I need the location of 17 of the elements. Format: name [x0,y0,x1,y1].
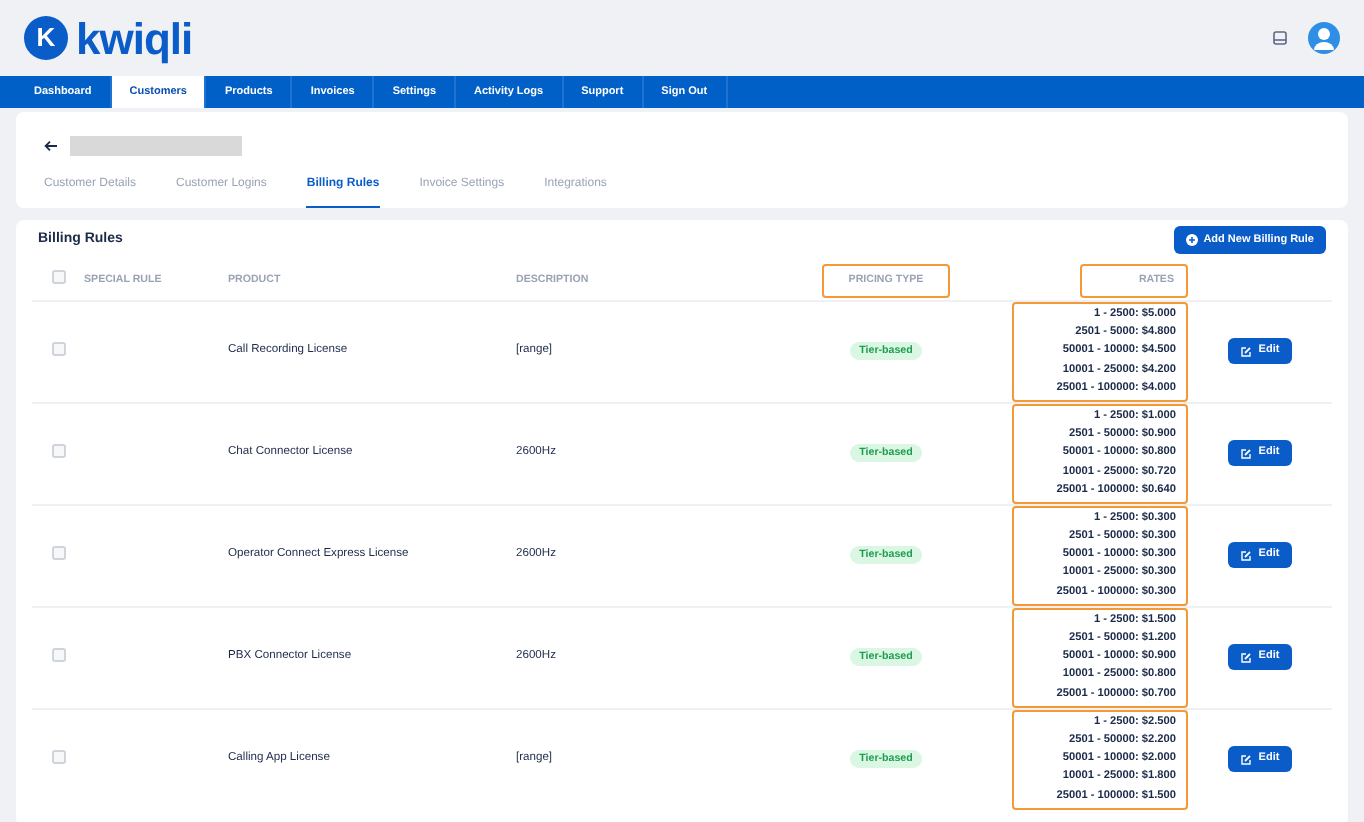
header-checkbox[interactable] [51,270,65,285]
edit-icon [1240,651,1253,664]
brand-name: kwiqli [76,11,193,68]
logo-icon: K [24,16,68,60]
row-checkbox[interactable] [51,545,65,560]
back-arrow-icon[interactable] [44,139,58,151]
edit-icon [1240,753,1253,766]
edit-icon [1240,345,1253,358]
edit-icon [1240,549,1253,562]
edit-icon [1240,447,1253,460]
row-checkbox[interactable] [51,647,65,662]
plus-circle-icon [1185,234,1198,246]
row-checkbox[interactable] [51,443,65,458]
row-checkbox[interactable] [51,341,65,356]
row-checkbox[interactable] [51,749,65,764]
avatar-icon[interactable] [1308,22,1340,54]
notification-icon[interactable] [1272,30,1288,46]
